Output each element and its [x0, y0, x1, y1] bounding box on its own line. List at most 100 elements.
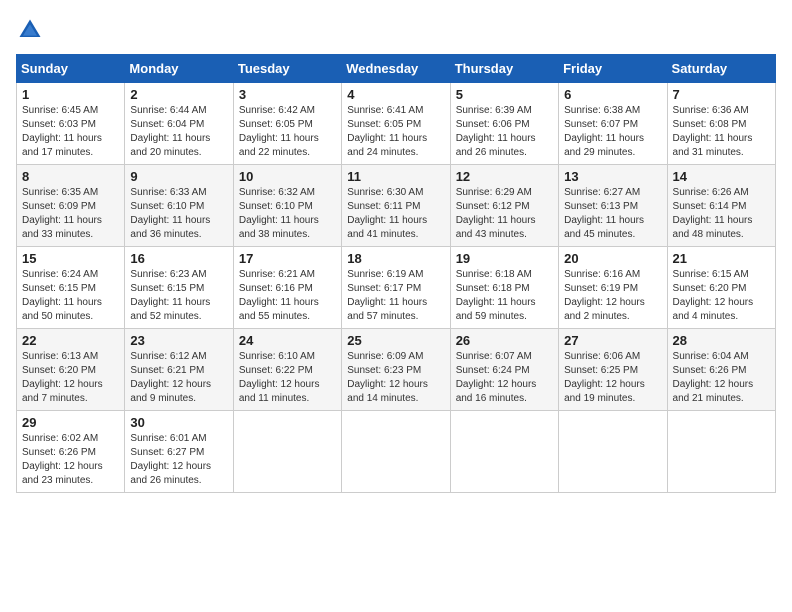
logo-icon — [16, 16, 44, 44]
day-number: 15 — [22, 251, 119, 266]
day-info: Sunrise: 6:01 AM Sunset: 6:27 PM Dayligh… — [130, 432, 227, 488]
calendar-cell: 15 Sunrise: 6:24 AM Sunset: 6:15 PM Dayl… — [17, 247, 125, 329]
calendar-cell — [559, 411, 667, 493]
day-number: 26 — [456, 333, 553, 348]
day-info: Sunrise: 6:29 AM Sunset: 6:12 PM Dayligh… — [456, 186, 553, 242]
day-info: Sunrise: 6:42 AM Sunset: 6:05 PM Dayligh… — [239, 104, 336, 160]
day-number: 7 — [673, 87, 770, 102]
calendar-cell: 27 Sunrise: 6:06 AM Sunset: 6:25 PM Dayl… — [559, 329, 667, 411]
calendar-cell: 23 Sunrise: 6:12 AM Sunset: 6:21 PM Dayl… — [125, 329, 233, 411]
day-number: 25 — [347, 333, 444, 348]
calendar-cell: 16 Sunrise: 6:23 AM Sunset: 6:15 PM Dayl… — [125, 247, 233, 329]
calendar-cell: 9 Sunrise: 6:33 AM Sunset: 6:10 PM Dayli… — [125, 165, 233, 247]
day-info: Sunrise: 6:38 AM Sunset: 6:07 PM Dayligh… — [564, 104, 661, 160]
col-header-wednesday: Wednesday — [342, 55, 450, 83]
calendar-cell — [342, 411, 450, 493]
calendar-cell — [450, 411, 558, 493]
calendar-cell: 30 Sunrise: 6:01 AM Sunset: 6:27 PM Dayl… — [125, 411, 233, 493]
calendar-week-row: 15 Sunrise: 6:24 AM Sunset: 6:15 PM Dayl… — [17, 247, 776, 329]
calendar-cell: 11 Sunrise: 6:30 AM Sunset: 6:11 PM Dayl… — [342, 165, 450, 247]
calendar-cell: 1 Sunrise: 6:45 AM Sunset: 6:03 PM Dayli… — [17, 83, 125, 165]
calendar-cell: 4 Sunrise: 6:41 AM Sunset: 6:05 PM Dayli… — [342, 83, 450, 165]
day-number: 6 — [564, 87, 661, 102]
day-info: Sunrise: 6:13 AM Sunset: 6:20 PM Dayligh… — [22, 350, 119, 406]
calendar-cell: 20 Sunrise: 6:16 AM Sunset: 6:19 PM Dayl… — [559, 247, 667, 329]
day-info: Sunrise: 6:12 AM Sunset: 6:21 PM Dayligh… — [130, 350, 227, 406]
day-info: Sunrise: 6:41 AM Sunset: 6:05 PM Dayligh… — [347, 104, 444, 160]
calendar-cell: 8 Sunrise: 6:35 AM Sunset: 6:09 PM Dayli… — [17, 165, 125, 247]
calendar-cell: 21 Sunrise: 6:15 AM Sunset: 6:20 PM Dayl… — [667, 247, 775, 329]
day-number: 8 — [22, 169, 119, 184]
calendar-week-row: 8 Sunrise: 6:35 AM Sunset: 6:09 PM Dayli… — [17, 165, 776, 247]
calendar-table: SundayMondayTuesdayWednesdayThursdayFrid… — [16, 54, 776, 493]
day-number: 27 — [564, 333, 661, 348]
day-info: Sunrise: 6:23 AM Sunset: 6:15 PM Dayligh… — [130, 268, 227, 324]
day-info: Sunrise: 6:16 AM Sunset: 6:19 PM Dayligh… — [564, 268, 661, 324]
day-info: Sunrise: 6:02 AM Sunset: 6:26 PM Dayligh… — [22, 432, 119, 488]
day-number: 11 — [347, 169, 444, 184]
day-number: 19 — [456, 251, 553, 266]
day-info: Sunrise: 6:19 AM Sunset: 6:17 PM Dayligh… — [347, 268, 444, 324]
day-number: 29 — [22, 415, 119, 430]
calendar-cell — [667, 411, 775, 493]
calendar-cell: 29 Sunrise: 6:02 AM Sunset: 6:26 PM Dayl… — [17, 411, 125, 493]
col-header-sunday: Sunday — [17, 55, 125, 83]
day-number: 22 — [22, 333, 119, 348]
day-number: 10 — [239, 169, 336, 184]
day-number: 3 — [239, 87, 336, 102]
day-info: Sunrise: 6:36 AM Sunset: 6:08 PM Dayligh… — [673, 104, 770, 160]
day-number: 13 — [564, 169, 661, 184]
calendar-header-row: SundayMondayTuesdayWednesdayThursdayFrid… — [17, 55, 776, 83]
col-header-tuesday: Tuesday — [233, 55, 341, 83]
col-header-friday: Friday — [559, 55, 667, 83]
day-number: 17 — [239, 251, 336, 266]
day-info: Sunrise: 6:07 AM Sunset: 6:24 PM Dayligh… — [456, 350, 553, 406]
day-number: 4 — [347, 87, 444, 102]
day-number: 16 — [130, 251, 227, 266]
calendar-cell: 24 Sunrise: 6:10 AM Sunset: 6:22 PM Dayl… — [233, 329, 341, 411]
day-info: Sunrise: 6:10 AM Sunset: 6:22 PM Dayligh… — [239, 350, 336, 406]
calendar-cell: 22 Sunrise: 6:13 AM Sunset: 6:20 PM Dayl… — [17, 329, 125, 411]
day-number: 30 — [130, 415, 227, 430]
day-info: Sunrise: 6:15 AM Sunset: 6:20 PM Dayligh… — [673, 268, 770, 324]
day-info: Sunrise: 6:32 AM Sunset: 6:10 PM Dayligh… — [239, 186, 336, 242]
calendar-week-row: 29 Sunrise: 6:02 AM Sunset: 6:26 PM Dayl… — [17, 411, 776, 493]
calendar-cell: 3 Sunrise: 6:42 AM Sunset: 6:05 PM Dayli… — [233, 83, 341, 165]
day-number: 23 — [130, 333, 227, 348]
day-info: Sunrise: 6:33 AM Sunset: 6:10 PM Dayligh… — [130, 186, 227, 242]
day-number: 1 — [22, 87, 119, 102]
day-number: 28 — [673, 333, 770, 348]
calendar-cell: 12 Sunrise: 6:29 AM Sunset: 6:12 PM Dayl… — [450, 165, 558, 247]
day-number: 20 — [564, 251, 661, 266]
day-info: Sunrise: 6:39 AM Sunset: 6:06 PM Dayligh… — [456, 104, 553, 160]
calendar-cell: 5 Sunrise: 6:39 AM Sunset: 6:06 PM Dayli… — [450, 83, 558, 165]
day-number: 18 — [347, 251, 444, 266]
calendar-cell: 6 Sunrise: 6:38 AM Sunset: 6:07 PM Dayli… — [559, 83, 667, 165]
calendar-cell: 25 Sunrise: 6:09 AM Sunset: 6:23 PM Dayl… — [342, 329, 450, 411]
col-header-saturday: Saturday — [667, 55, 775, 83]
calendar-cell: 26 Sunrise: 6:07 AM Sunset: 6:24 PM Dayl… — [450, 329, 558, 411]
calendar-cell: 18 Sunrise: 6:19 AM Sunset: 6:17 PM Dayl… — [342, 247, 450, 329]
day-info: Sunrise: 6:09 AM Sunset: 6:23 PM Dayligh… — [347, 350, 444, 406]
day-number: 5 — [456, 87, 553, 102]
calendar-cell: 13 Sunrise: 6:27 AM Sunset: 6:13 PM Dayl… — [559, 165, 667, 247]
calendar-cell: 17 Sunrise: 6:21 AM Sunset: 6:16 PM Dayl… — [233, 247, 341, 329]
day-number: 24 — [239, 333, 336, 348]
calendar-cell: 7 Sunrise: 6:36 AM Sunset: 6:08 PM Dayli… — [667, 83, 775, 165]
day-info: Sunrise: 6:21 AM Sunset: 6:16 PM Dayligh… — [239, 268, 336, 324]
day-info: Sunrise: 6:06 AM Sunset: 6:25 PM Dayligh… — [564, 350, 661, 406]
calendar-week-row: 1 Sunrise: 6:45 AM Sunset: 6:03 PM Dayli… — [17, 83, 776, 165]
calendar-cell: 2 Sunrise: 6:44 AM Sunset: 6:04 PM Dayli… — [125, 83, 233, 165]
day-info: Sunrise: 6:35 AM Sunset: 6:09 PM Dayligh… — [22, 186, 119, 242]
day-info: Sunrise: 6:45 AM Sunset: 6:03 PM Dayligh… — [22, 104, 119, 160]
day-info: Sunrise: 6:30 AM Sunset: 6:11 PM Dayligh… — [347, 186, 444, 242]
calendar-cell: 14 Sunrise: 6:26 AM Sunset: 6:14 PM Dayl… — [667, 165, 775, 247]
day-number: 12 — [456, 169, 553, 184]
day-number: 14 — [673, 169, 770, 184]
calendar-cell: 19 Sunrise: 6:18 AM Sunset: 6:18 PM Dayl… — [450, 247, 558, 329]
col-header-thursday: Thursday — [450, 55, 558, 83]
day-info: Sunrise: 6:24 AM Sunset: 6:15 PM Dayligh… — [22, 268, 119, 324]
day-info: Sunrise: 6:04 AM Sunset: 6:26 PM Dayligh… — [673, 350, 770, 406]
day-number: 21 — [673, 251, 770, 266]
calendar-week-row: 22 Sunrise: 6:13 AM Sunset: 6:20 PM Dayl… — [17, 329, 776, 411]
